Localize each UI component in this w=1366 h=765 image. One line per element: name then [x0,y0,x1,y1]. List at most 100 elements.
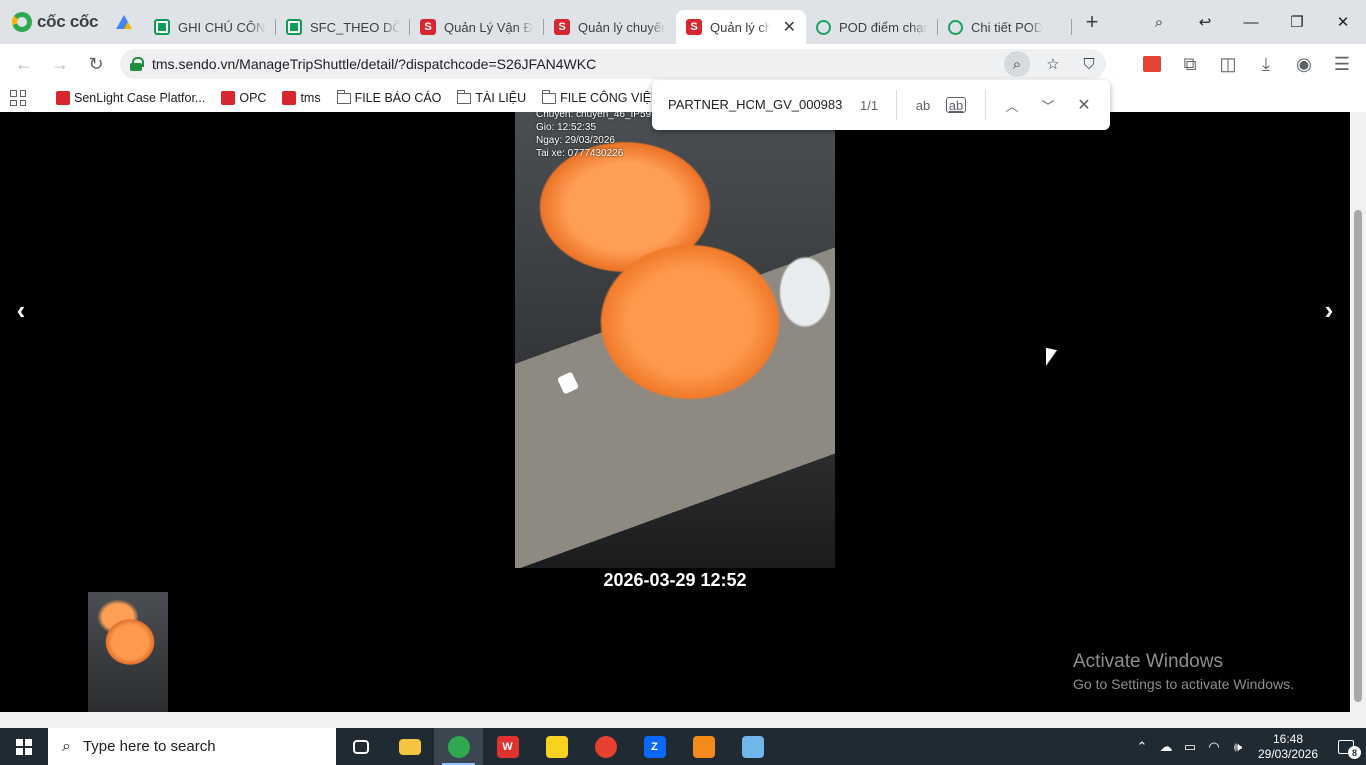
tab-quan-ly-chuyen[interactable]: S Quản lý chuyến [544,10,676,44]
tab-google-drive[interactable] [104,0,144,44]
reload-icon[interactable]: ↻ [78,46,114,82]
tab-sfc-theo-doi[interactable]: SFC_THEO DÕI [276,10,410,44]
bookmark-label: SenLight Case Platfor... [74,91,206,105]
notification-badge: 8 [1348,746,1361,759]
photo-timestamp-overlay: Chuyen: chuyen_46_IP59 Gio: 12:52:35 Nga… [536,112,652,159]
forward-icon[interactable]: → [42,46,78,82]
browser-brand[interactable]: cốc cốc [0,0,104,44]
tab-pod-diem-cham[interactable]: POD điểm chạm [806,10,938,44]
find-in-page-icon[interactable]: ⌕ [1004,51,1030,77]
pod-photo[interactable]: Chuyen: chuyen_46_IP59 Gio: 12:52:35 Nga… [515,112,835,568]
sendo-icon [282,91,297,105]
horizontal-scrollbar[interactable] [0,712,1366,728]
minimize-icon[interactable]: — [1228,0,1274,44]
bookmark-star-icon[interactable]: ☆ [1040,51,1066,77]
lock-icon[interactable] [130,57,144,71]
bookmark-folder-tai-lieu[interactable]: TÀI LIỆU [451,88,532,108]
app-blue-icon[interactable] [728,728,777,765]
browser-toolbar: ← → ↻ tms.sendo.vn/ManageTripShuttle/det… [0,44,1366,84]
find-previous-chevron-up-icon[interactable]: ︿ [999,93,1025,117]
file-explorer-icon[interactable] [385,728,434,765]
notification-center[interactable]: 8 [1326,728,1366,765]
tab-title: Quản Lý Vận Đơ [444,19,534,35]
url-text[interactable]: tms.sendo.vn/ManageTripShuttle/detail/?d… [152,56,994,72]
app-circle-icon[interactable] [581,728,630,765]
brand-name: cốc cốc [37,12,99,31]
taskbar-search[interactable]: ⌕ Type here to search [48,728,336,765]
taskbar-search-placeholder: Type here to search [82,738,216,755]
onedrive-icon[interactable]: ☁ [1154,728,1178,765]
search-tabs-icon[interactable]: ⌕ [1136,0,1182,44]
bookmark-opc[interactable]: OPC [215,88,272,108]
find-bar: 1/1 ab ab ︿ ﹀ ✕ [652,80,1110,130]
apps-grid-icon[interactable] [10,90,26,106]
find-next-chevron-down-icon[interactable]: ﹀ [1035,93,1061,117]
close-window-icon[interactable]: ✕ [1320,0,1366,44]
start-button[interactable] [0,728,48,765]
pod-icon [816,19,831,35]
bookmark-label: tms [300,91,321,105]
sendo-icon: S [554,19,570,35]
tab-title: Chi tiết POD [971,19,1044,35]
coccoc-logo-icon [12,12,32,32]
sendo-icon [56,91,70,105]
task-view-icon[interactable] [336,728,385,765]
bookmark-label: OPC [239,91,267,105]
zalo-icon[interactable]: Z [630,728,679,765]
bookmark-folder-file-cong-viec[interactable]: FILE CÔNG VIỆC [536,88,666,108]
system-tray: ⌃ ☁ ▭ ◠ 🕪 16:48 29/03/2026 8 [1130,728,1366,765]
tab-ghi-chu-cong[interactable]: GHI CHÚ CÔNG [144,10,276,44]
find-close-icon[interactable]: ✕ [1071,93,1097,117]
folder-icon [336,89,351,104]
tab-close-icon[interactable]: ✕ [783,17,796,37]
windows-taskbar: ⌕ Type here to search W Z ⌃ ☁ ▭ ◠ 🕪 16:4… [0,728,1366,765]
address-bar[interactable]: tms.sendo.vn/ManageTripShuttle/detail/?d… [120,49,1106,79]
sticky-notes-icon[interactable] [532,728,581,765]
wifi-icon[interactable]: ◠ [1202,728,1226,765]
next-image-button[interactable]: › [1315,294,1343,326]
download-icon[interactable]: ⤓ [1248,46,1284,82]
google-drive-icon [116,15,132,29]
tab-title: Quản lý ch [710,19,771,35]
windows-logo-icon [16,738,32,755]
menu-icon[interactable]: ☰ [1324,46,1360,82]
shield-icon[interactable]: ⛉ [1076,51,1102,77]
whole-word-button[interactable]: ab [946,97,966,113]
package-label [556,371,580,395]
chevron-up-icon[interactable]: ⌃ [1130,728,1154,765]
folder-icon [457,89,472,104]
tab-chi-tiet-pod[interactable]: Chi tiết POD [938,10,1072,44]
bookmark-tms[interactable]: tms [276,88,326,108]
page-scrollbar[interactable] [1350,112,1366,712]
prev-image-button[interactable]: ‹ [7,294,35,326]
photo-thumbnail[interactable] [88,592,168,712]
wps-office-icon[interactable]: W [483,728,532,765]
mouse-cursor-icon [1046,347,1057,369]
clock[interactable]: 16:48 29/03/2026 [1250,732,1326,762]
split-view-icon[interactable]: ◫ [1210,46,1246,82]
match-case-button[interactable]: ab [910,93,936,117]
extension-red-icon[interactable] [1134,46,1170,82]
bookmark-label: FILE BÁO CÁO [354,91,442,105]
sublime-text-icon[interactable] [679,728,728,765]
restore-icon[interactable]: ❐ [1274,0,1320,44]
bookmark-senlight[interactable]: SenLight Case Platfor... [50,88,211,108]
sendo-icon: S [420,19,436,35]
battery-icon[interactable]: ▭ [1178,728,1202,765]
bookmark-folder-file-bao-cao[interactable]: FILE BÁO CÁO [331,88,448,108]
volume-icon[interactable]: 🕪 [1226,728,1250,765]
window-controls: ⌕ ↩ — ❐ ✕ [1136,0,1366,44]
back-history-icon[interactable]: ↩ [1182,0,1228,44]
folder-icon [542,89,557,104]
back-icon[interactable]: ← [6,46,42,82]
find-input[interactable] [668,97,843,112]
extensions-puzzle-icon[interactable]: ⧉ [1172,46,1208,82]
tab-quan-ly-ch-active[interactable]: S Quản lý ch ✕ [676,10,806,44]
tab-title: GHI CHÚ CÔNG [178,19,266,35]
coccoc-browser-taskbar-icon[interactable] [434,728,483,765]
sendo-icon [221,91,236,105]
profile-icon[interactable]: ◉ [1286,46,1322,82]
scrollbar-thumb[interactable] [1354,210,1362,702]
new-tab-button[interactable]: + [1074,0,1110,44]
tab-quan-ly-van-don[interactable]: S Quản Lý Vận Đơ [410,10,544,44]
